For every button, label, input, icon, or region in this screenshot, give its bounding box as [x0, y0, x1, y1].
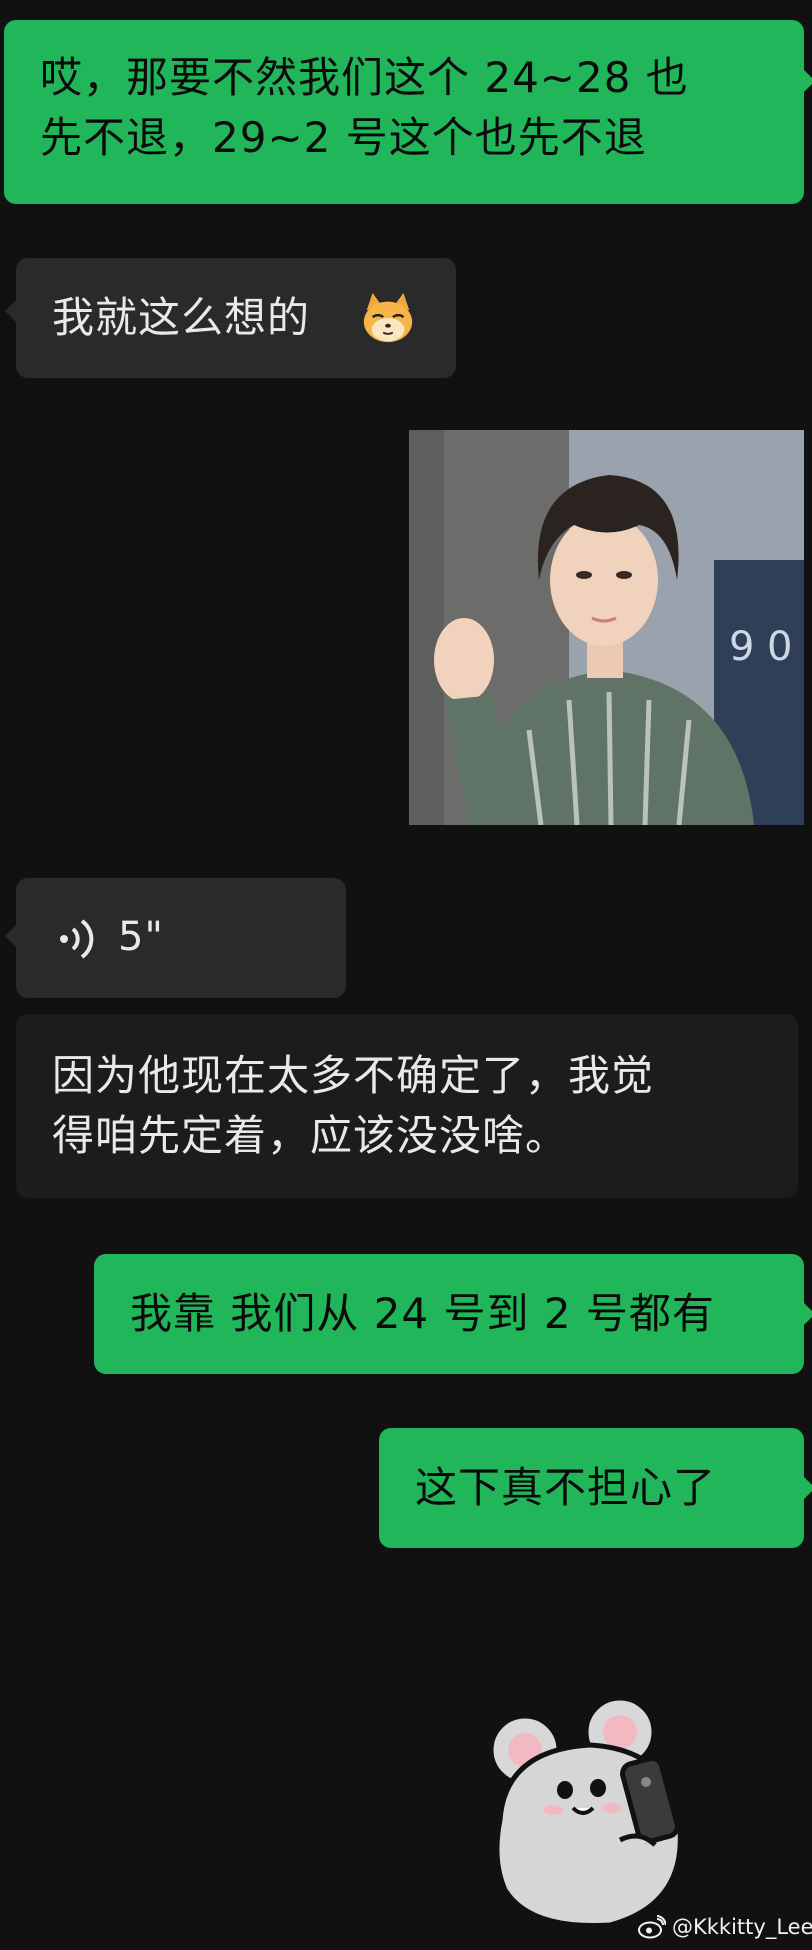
watermark-text: @Kkkitty_Lee: [672, 1915, 812, 1939]
outgoing-message-1[interactable]: 哎，那要不然我们这个 24~28 也 先不退，29~2 号这个也先不退: [4, 20, 804, 204]
transcript-line: 因为他现在太多不确定了，我觉: [52, 1051, 655, 1100]
outgoing-message-2[interactable]: 我靠 我们从 24 号到 2 号都有: [94, 1254, 804, 1374]
bubble-tail: [804, 70, 812, 92]
bubble-tail: [804, 1477, 812, 1499]
mouse-phone-sticker-icon[interactable]: [470, 1690, 720, 1935]
outgoing-image-message[interactable]: 9 0: [409, 430, 804, 825]
doge-cat-emoji-icon: [363, 292, 413, 343]
message-line: 哎，那要不然我们这个 24~28 也: [40, 53, 689, 102]
svg-text:0: 0: [767, 624, 792, 670]
weibo-icon: [638, 1915, 666, 1939]
bubble-tail: [5, 300, 16, 322]
svg-text:9: 9: [729, 624, 754, 670]
incoming-message-1[interactable]: 我就这么想的: [16, 258, 456, 378]
bubble-tail: [5, 925, 16, 947]
message-line: 我靠 我们从 24 号到 2 号都有: [130, 1289, 715, 1338]
incoming-voice-message[interactable]: 5": [16, 878, 346, 998]
voice-transcript: 因为他现在太多不确定了，我觉 得咱先定着，应该没没啥。: [16, 1014, 798, 1198]
voice-duration: 5": [118, 914, 164, 960]
voice-wave-icon: [60, 919, 94, 959]
outgoing-message-3[interactable]: 这下真不担心了: [379, 1428, 804, 1548]
message-line: 我就这么想的: [52, 293, 311, 342]
bubble-tail: [804, 1303, 812, 1325]
message-line: 先不退，29~2 号这个也先不退: [40, 113, 647, 162]
transcript-line: 得咱先定着，应该没没啥。: [52, 1111, 569, 1160]
photo-of-person-finger-heart-icon: 9 0: [409, 430, 804, 825]
message-line: 这下真不担心了: [415, 1463, 717, 1512]
